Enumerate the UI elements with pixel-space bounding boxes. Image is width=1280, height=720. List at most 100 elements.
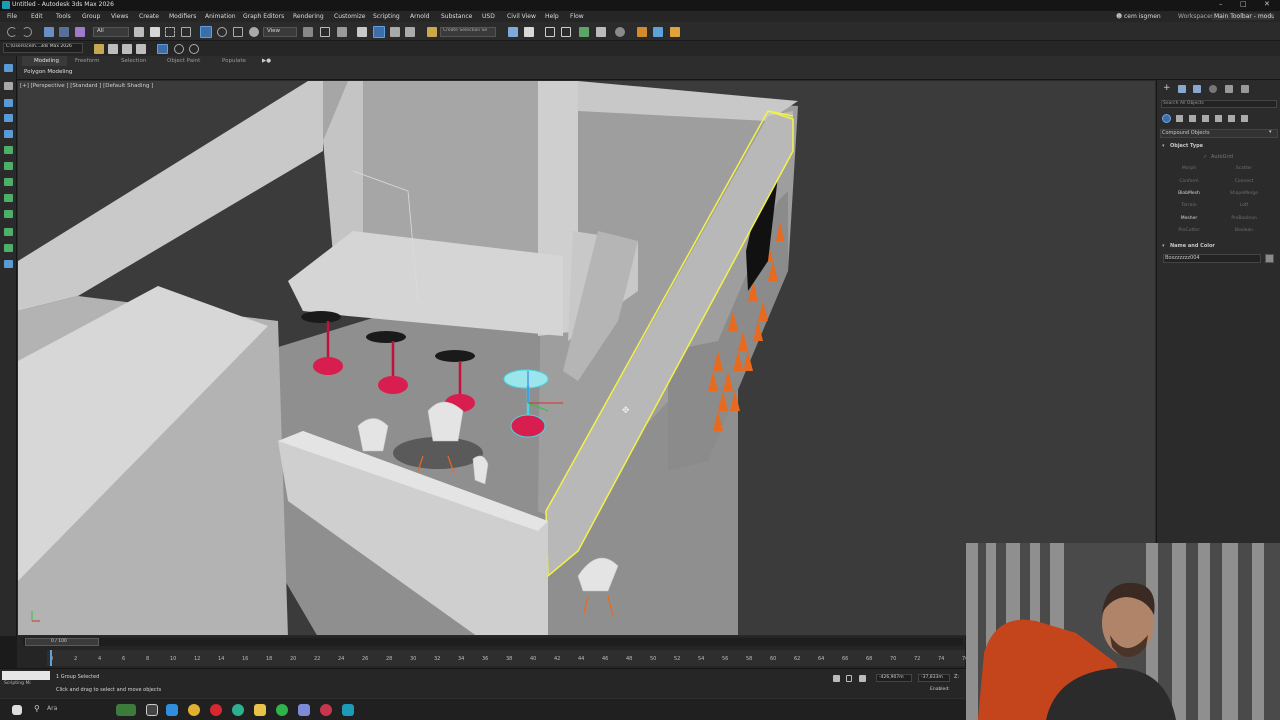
menu-group[interactable]: Group [82, 13, 100, 20]
snaps-toggle-icon[interactable] [357, 27, 367, 37]
btn-morph[interactable]: Morph [1164, 166, 1214, 171]
shapes-category-icon[interactable] [1176, 115, 1183, 122]
ribbon-tab-object-paint[interactable]: Object Paint [167, 58, 200, 64]
layer-explorer-icon[interactable] [561, 27, 571, 37]
btn-mesher[interactable]: Mesher [1164, 216, 1214, 221]
sort-icon[interactable] [4, 194, 13, 202]
utilities-tab-icon[interactable] [1241, 85, 1249, 93]
select-object-icon[interactable] [134, 27, 144, 37]
scene-icon[interactable] [4, 178, 13, 186]
lights-category-icon[interactable] [1189, 115, 1196, 122]
taskbar-search-text[interactable]: Ara [47, 705, 57, 712]
selection-lock-icon[interactable] [833, 675, 840, 682]
minimize-icon[interactable]: – [1219, 0, 1223, 8]
menu-help[interactable]: Help [545, 13, 559, 20]
spinner-snap-icon[interactable] [405, 27, 415, 37]
menu-substance[interactable]: Substance [441, 13, 472, 20]
percent-snap-icon[interactable] [390, 27, 400, 37]
chrome-icon[interactable] [188, 704, 200, 716]
motion-tab-icon[interactable] [1209, 85, 1217, 93]
keyboard-shortcut-icon[interactable] [337, 27, 347, 37]
spotify-icon[interactable] [276, 704, 288, 716]
display-tab-icon[interactable] [1225, 85, 1233, 93]
davinci-icon[interactable] [320, 704, 332, 716]
spacewarps-category-icon[interactable] [1228, 115, 1235, 122]
select-rotate-icon[interactable] [217, 27, 227, 37]
geometry-category-icon[interactable] [1162, 114, 1171, 123]
rollout-name-color[interactable]: Name and Color [1170, 243, 1215, 249]
arc-icon[interactable] [298, 704, 310, 716]
pivot-center-icon[interactable] [303, 27, 313, 37]
angle-snap-icon[interactable] [373, 26, 385, 38]
project-icon[interactable] [136, 44, 146, 54]
rollout-object-type[interactable]: Object Type [1170, 143, 1203, 149]
filter-icon[interactable] [4, 210, 13, 218]
create-icon[interactable] [4, 64, 13, 72]
menu-modifiers[interactable]: Modifiers [169, 13, 196, 20]
hierarchy-icon[interactable] [4, 99, 13, 107]
region-select-icon[interactable] [165, 27, 175, 37]
menu-file[interactable]: File [7, 13, 17, 20]
menu-tools[interactable]: Tools [56, 13, 71, 20]
ribbon-options-icon[interactable]: ▶● [262, 58, 271, 64]
rendered-frame-window-icon[interactable] [653, 27, 663, 37]
maxscript-listener[interactable] [2, 671, 50, 680]
btn-blobmesh[interactable]: BlobMesh [1164, 191, 1214, 196]
layout-icon[interactable] [157, 44, 168, 54]
select-by-name-icon[interactable] [150, 27, 160, 37]
collapse-icon-2[interactable]: ▾ [1162, 243, 1165, 249]
btn-terrain[interactable]: Terrain [1164, 203, 1214, 208]
account-user[interactable]: cem isgmen [1124, 13, 1161, 20]
btn-connect[interactable]: Connect [1219, 179, 1269, 184]
menu-civil-view[interactable]: Civil View [507, 13, 536, 20]
collapse-icon[interactable]: ▾ [1162, 143, 1165, 149]
ribbon-tab-populate[interactable]: Populate [222, 58, 246, 64]
btn-loft[interactable]: Loft [1219, 203, 1269, 208]
utilities-icon[interactable] [4, 146, 13, 154]
menu-rendering[interactable]: Rendering [293, 13, 324, 20]
menu-customize[interactable]: Customize [334, 13, 366, 20]
modify-icon[interactable] [4, 82, 13, 90]
select-place-icon[interactable] [249, 27, 259, 37]
cameras-category-icon[interactable] [1202, 115, 1209, 122]
helpers-icon[interactable] [4, 260, 13, 268]
current-frame-marker[interactable] [50, 650, 52, 666]
schematic-view-icon[interactable] [596, 27, 606, 37]
create-tab-icon[interactable]: + [1163, 83, 1171, 93]
hierarchy-tab-icon[interactable] [1193, 85, 1201, 93]
align-icon[interactable] [524, 27, 534, 37]
btn-scatter[interactable]: Scatter [1219, 166, 1269, 171]
ribbon-tab-modeling[interactable]: Modeling [34, 58, 59, 64]
task-view-icon[interactable] [146, 704, 158, 716]
save-icon[interactable] [122, 44, 132, 54]
menu-flow[interactable]: Flow [570, 13, 584, 20]
display-icon[interactable] [4, 130, 13, 138]
edge-dev-icon[interactable] [232, 704, 244, 716]
systems-category-icon[interactable] [1241, 115, 1248, 122]
3dsmax-taskbar-icon[interactable] [342, 704, 354, 716]
menu-create[interactable]: Create [139, 13, 159, 20]
btn-proboolean[interactable]: ProBoolean [1219, 216, 1269, 221]
menu-views[interactable]: Views [111, 13, 128, 20]
helpers-category-icon[interactable] [1215, 115, 1222, 122]
search-icon[interactable]: ⚲ [34, 704, 40, 713]
bind-space-warp-icon[interactable] [75, 27, 85, 37]
scene-explorer-icon[interactable] [545, 27, 555, 37]
render-production-icon[interactable] [670, 27, 680, 37]
redo-icon[interactable] [22, 27, 32, 37]
select-scale-icon[interactable] [233, 27, 243, 37]
layers-icon[interactable] [4, 162, 13, 170]
mirror-icon[interactable] [508, 27, 518, 37]
ribbon-tab-freeform[interactable]: Freeform [75, 58, 100, 64]
ribbon-tab-selection[interactable]: Selection [121, 58, 146, 64]
autogrid-checkbox[interactable]: ✓ [1203, 154, 1207, 160]
maximize-icon[interactable]: □ [1240, 0, 1247, 8]
edit-named-selection-icon[interactable] [427, 27, 437, 37]
btn-conform[interactable]: Conform [1164, 179, 1214, 184]
btn-boolean[interactable]: Boolean [1219, 228, 1269, 233]
object-color-swatch[interactable] [1265, 254, 1274, 263]
select-move-icon[interactable] [200, 26, 212, 38]
reference-coordinate-dropdown[interactable]: View [263, 27, 297, 37]
cameras-icon[interactable] [4, 244, 13, 252]
windows-start-icon[interactable] [12, 705, 22, 715]
